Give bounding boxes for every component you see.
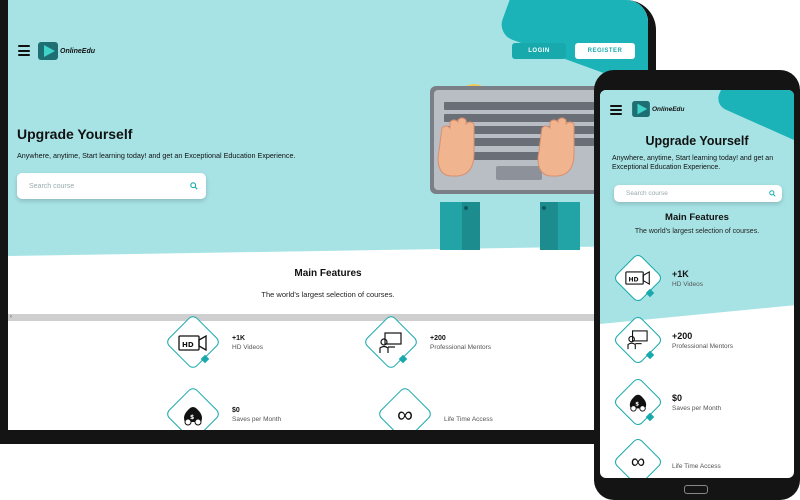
feature-label: Professional Mentors: [672, 342, 734, 350]
logo-text: OnlineEdu: [60, 47, 95, 55]
tablet-feature-hd-videos: HD +1K HD Videos: [610, 250, 703, 306]
feature-value: $0: [672, 392, 683, 403]
search-icon[interactable]: [190, 182, 198, 190]
hero-subtitle: Anywhere, anytime, Start learning today!…: [17, 151, 296, 160]
svg-text:$: $: [635, 402, 639, 408]
tablet-search-input[interactable]: Search course: [614, 185, 782, 202]
feature-label: Saves per Month: [232, 416, 282, 423]
feature-label: Life Time Access: [672, 462, 721, 470]
feature-label: Saves per Month: [672, 404, 722, 412]
features-title-text: Main Features: [665, 212, 729, 223]
diamond-dot: [200, 354, 210, 364]
diamond-dot: [645, 412, 655, 422]
diamond-dot: [645, 350, 655, 360]
hd-video-icon: HD: [178, 330, 208, 356]
logo-text: OnlineEdu: [652, 105, 685, 113]
tablet-feature-savings: $ $0 Saves per Month: [610, 374, 721, 430]
tablet-hero-subtitle: Anywhere, anytime, Start learning today!…: [612, 155, 774, 171]
tablet-feature-mentors: +200 Professional Mentors: [610, 312, 733, 368]
diamond-dot: [645, 288, 655, 298]
hamburger-menu-icon[interactable]: [610, 105, 622, 115]
home-button[interactable]: [684, 485, 708, 494]
features-subtitle: The world's largest selection of courses…: [261, 290, 395, 299]
play-logo-icon: [38, 42, 58, 60]
tablet-frame: OnlineEdu Upgrade Yourself Anywhere, any…: [594, 70, 800, 500]
search-placeholder: Search course: [626, 190, 668, 197]
register-button[interactable]: REGISTER: [575, 43, 635, 59]
svg-text:HD: HD: [182, 341, 194, 349]
device-mockup-scene: OnlineEdu LOGIN REGISTER Upgrade Yoursel…: [0, 0, 800, 500]
feature-item-hd-videos: HD +1K HD Videos: [160, 312, 263, 374]
feature-item-savings: $ $0 Saves per Month: [160, 384, 281, 430]
laptop-frame: OnlineEdu LOGIN REGISTER Upgrade Yoursel…: [0, 0, 656, 444]
search-input[interactable]: Search course: [17, 173, 206, 199]
mentor-icon: [624, 328, 652, 352]
feature-label: HD Videos: [232, 344, 263, 351]
tablet-logo[interactable]: OnlineEdu: [632, 101, 685, 117]
infinity-icon: ∞: [630, 450, 646, 473]
tablet-page-title: Upgrade Yourself: [645, 134, 749, 148]
tablet-features-subtitle: The world's largest selection of courses…: [634, 228, 760, 235]
tablet-screen: OnlineEdu Upgrade Yourself Anywhere, any…: [600, 90, 794, 478]
svg-text:$: $: [190, 414, 194, 421]
search-placeholder: Search course: [29, 182, 75, 190]
feature-label: Life Time Access: [444, 415, 493, 423]
logo[interactable]: OnlineEdu: [38, 42, 95, 60]
features-title-text: Main Features: [294, 268, 362, 279]
tablet-features-title: Main Features: [647, 212, 747, 223]
feature-value: +200: [672, 330, 693, 341]
play-logo-icon: [632, 101, 650, 117]
hd-video-icon: HD: [624, 266, 652, 290]
feature-value: +200: [430, 335, 446, 342]
svg-text:HD: HD: [628, 276, 638, 283]
feature-item-mentors: +200 Professional Mentors: [358, 312, 491, 374]
search-icon[interactable]: [769, 190, 776, 197]
feature-item-lifetime-access: ∞ Life Time Access: [372, 384, 493, 430]
feature-label: HD Videos: [672, 280, 703, 288]
tablet-feature-lifetime-access: ∞ Life Time Access: [610, 434, 721, 478]
desktop-screen: OnlineEdu LOGIN REGISTER Upgrade Yoursel…: [8, 0, 648, 430]
infinity-icon: ∞: [397, 402, 413, 427]
feature-label: Professional Mentors: [430, 344, 492, 351]
mentor-icon: [376, 330, 406, 356]
page-title: Upgrade Yourself: [17, 126, 133, 142]
feature-value: $0: [232, 407, 240, 414]
login-button[interactable]: LOGIN: [512, 43, 566, 59]
scroll-left-arrow-icon[interactable]: ‹: [10, 314, 12, 320]
hamburger-menu-icon[interactable]: [18, 45, 30, 56]
diamond-dot: [398, 354, 408, 364]
money-bag-icon: $: [624, 390, 652, 414]
feature-value: +1K: [672, 268, 689, 279]
money-bag-icon: $: [178, 402, 208, 428]
horizontal-scrollbar[interactable]: ‹: [8, 314, 648, 321]
features-title: Main Features: [268, 268, 388, 279]
feature-value: +1K: [232, 335, 246, 342]
